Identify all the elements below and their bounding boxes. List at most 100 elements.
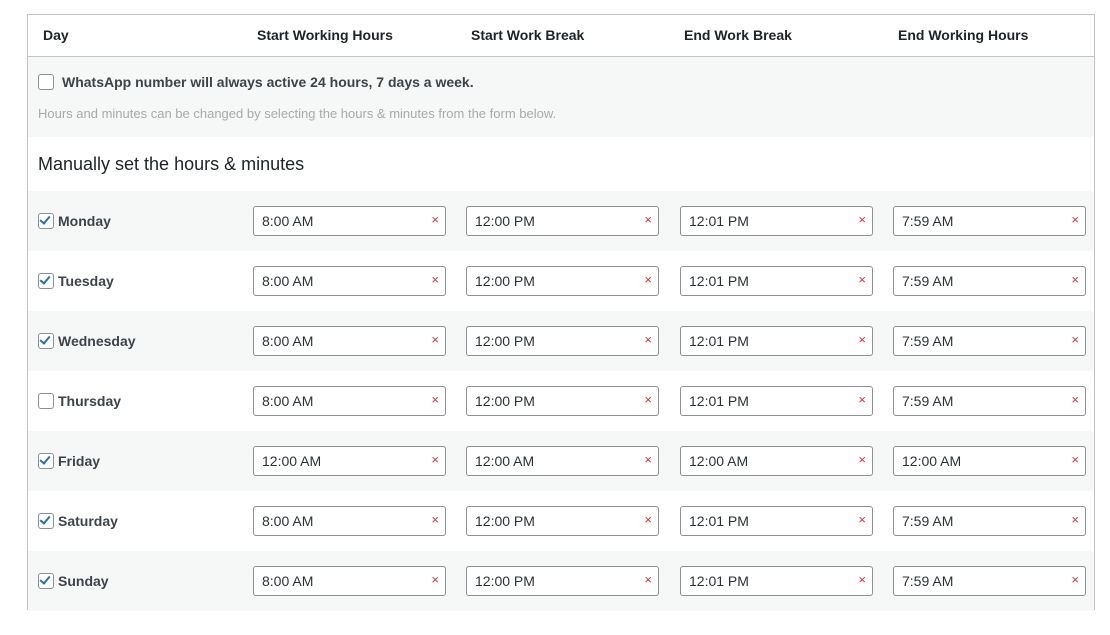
clear-icon[interactable]: × <box>1071 212 1079 228</box>
clear-icon[interactable]: × <box>431 332 439 348</box>
clear-icon[interactable]: × <box>431 572 439 588</box>
start-working-hours-value[interactable]: 12:00 AM <box>262 453 321 469</box>
end-work-break-field[interactable]: 12:01 PM × <box>680 326 873 356</box>
day-option[interactable]: Thursday <box>38 393 121 409</box>
clear-icon[interactable]: × <box>644 512 652 528</box>
end-working-hours-field[interactable]: 7:59 AM × <box>893 266 1086 296</box>
start-working-hours-value[interactable]: 8:00 AM <box>262 333 313 349</box>
day-option[interactable]: Wednesday <box>38 333 136 349</box>
day-name[interactable]: Wednesday <box>58 333 136 349</box>
end-work-break-value[interactable]: 12:01 PM <box>689 333 749 349</box>
start-working-hours-field[interactable]: 8:00 AM × <box>253 206 446 236</box>
clear-icon[interactable]: × <box>858 272 866 288</box>
always-active-checkbox[interactable] <box>38 74 54 90</box>
end-working-hours-value[interactable]: 7:59 AM <box>902 513 953 529</box>
end-work-break-value[interactable]: 12:01 PM <box>689 213 749 229</box>
start-working-hours-field[interactable]: 8:00 AM × <box>253 326 446 356</box>
start-working-hours-field[interactable]: 8:00 AM × <box>253 506 446 536</box>
end-working-hours-value[interactable]: 7:59 AM <box>902 333 953 349</box>
clear-icon[interactable]: × <box>644 272 652 288</box>
start-work-break-value[interactable]: 12:00 PM <box>475 513 535 529</box>
clear-icon[interactable]: × <box>431 512 439 528</box>
end-work-break-value[interactable]: 12:01 PM <box>689 393 749 409</box>
end-work-break-field[interactable]: 12:01 PM × <box>680 206 873 236</box>
day-option[interactable]: Monday <box>38 213 111 229</box>
end-working-hours-value[interactable]: 7:59 AM <box>902 573 953 589</box>
always-active-label[interactable]: WhatsApp number will always active 24 ho… <box>62 74 474 90</box>
start-working-hours-field[interactable]: 8:00 AM × <box>253 566 446 596</box>
day-option[interactable]: Sunday <box>38 573 109 589</box>
clear-icon[interactable]: × <box>644 332 652 348</box>
end-work-break-field[interactable]: 12:01 PM × <box>680 566 873 596</box>
day-checkbox-sunday[interactable] <box>38 573 54 589</box>
day-name[interactable]: Thursday <box>58 393 121 409</box>
day-option[interactable]: Saturday <box>38 513 118 529</box>
start-work-break-value[interactable]: 12:00 AM <box>475 453 534 469</box>
day-name[interactable]: Tuesday <box>58 273 114 289</box>
start-working-hours-value[interactable]: 8:00 AM <box>262 573 313 589</box>
end-working-hours-value[interactable]: 7:59 AM <box>902 213 953 229</box>
end-working-hours-field[interactable]: 7:59 AM × <box>893 386 1086 416</box>
end-work-break-value[interactable]: 12:01 PM <box>689 573 749 589</box>
day-name[interactable]: Friday <box>58 453 100 469</box>
day-name[interactable]: Sunday <box>58 573 109 589</box>
start-work-break-value[interactable]: 12:00 PM <box>475 273 535 289</box>
end-working-hours-field[interactable]: 7:59 AM × <box>893 206 1086 236</box>
day-checkbox-friday[interactable] <box>38 453 54 469</box>
day-checkbox-tuesday[interactable] <box>38 273 54 289</box>
end-work-break-field[interactable]: 12:01 PM × <box>680 506 873 536</box>
start-work-break-field[interactable]: 12:00 PM × <box>466 326 659 356</box>
clear-icon[interactable]: × <box>431 452 439 468</box>
start-working-hours-value[interactable]: 8:00 AM <box>262 393 313 409</box>
clear-icon[interactable]: × <box>858 392 866 408</box>
day-checkbox-thursday[interactable] <box>38 393 54 409</box>
start-work-break-value[interactable]: 12:00 PM <box>475 573 535 589</box>
start-working-hours-field[interactable]: 8:00 AM × <box>253 386 446 416</box>
start-work-break-field[interactable]: 12:00 AM × <box>466 446 659 476</box>
clear-icon[interactable]: × <box>1071 332 1079 348</box>
clear-icon[interactable]: × <box>858 212 866 228</box>
clear-icon[interactable]: × <box>431 272 439 288</box>
start-work-break-field[interactable]: 12:00 PM × <box>466 386 659 416</box>
clear-icon[interactable]: × <box>1071 452 1079 468</box>
clear-icon[interactable]: × <box>644 452 652 468</box>
day-name[interactable]: Saturday <box>58 513 118 529</box>
start-work-break-field[interactable]: 12:00 PM × <box>466 566 659 596</box>
end-work-break-field[interactable]: 12:01 PM × <box>680 386 873 416</box>
clear-icon[interactable]: × <box>858 512 866 528</box>
start-work-break-value[interactable]: 12:00 PM <box>475 213 535 229</box>
clear-icon[interactable]: × <box>431 392 439 408</box>
end-working-hours-value[interactable]: 12:00 AM <box>902 453 961 469</box>
clear-icon[interactable]: × <box>858 332 866 348</box>
end-working-hours-field[interactable]: 7:59 AM × <box>893 506 1086 536</box>
end-work-break-value[interactable]: 12:00 AM <box>689 453 748 469</box>
end-working-hours-field[interactable]: 12:00 AM × <box>893 446 1086 476</box>
end-working-hours-value[interactable]: 7:59 AM <box>902 393 953 409</box>
end-working-hours-field[interactable]: 7:59 AM × <box>893 326 1086 356</box>
start-working-hours-field[interactable]: 8:00 AM × <box>253 266 446 296</box>
end-work-break-value[interactable]: 12:01 PM <box>689 273 749 289</box>
clear-icon[interactable]: × <box>1071 512 1079 528</box>
start-working-hours-value[interactable]: 8:00 AM <box>262 213 313 229</box>
clear-icon[interactable]: × <box>858 452 866 468</box>
start-work-break-field[interactable]: 12:00 PM × <box>466 506 659 536</box>
end-work-break-field[interactable]: 12:01 PM × <box>680 266 873 296</box>
always-active-option[interactable]: WhatsApp number will always active 24 ho… <box>38 74 474 90</box>
day-checkbox-saturday[interactable] <box>38 513 54 529</box>
end-working-hours-value[interactable]: 7:59 AM <box>902 273 953 289</box>
start-working-hours-value[interactable]: 8:00 AM <box>262 273 313 289</box>
clear-icon[interactable]: × <box>644 392 652 408</box>
day-checkbox-monday[interactable] <box>38 213 54 229</box>
day-name[interactable]: Monday <box>58 213 111 229</box>
start-work-break-field[interactable]: 12:00 PM × <box>466 206 659 236</box>
end-working-hours-field[interactable]: 7:59 AM × <box>893 566 1086 596</box>
day-option[interactable]: Friday <box>38 453 100 469</box>
start-work-break-value[interactable]: 12:00 PM <box>475 393 535 409</box>
end-work-break-field[interactable]: 12:00 AM × <box>680 446 873 476</box>
clear-icon[interactable]: × <box>431 212 439 228</box>
clear-icon[interactable]: × <box>644 572 652 588</box>
day-option[interactable]: Tuesday <box>38 273 114 289</box>
clear-icon[interactable]: × <box>1071 572 1079 588</box>
end-work-break-value[interactable]: 12:01 PM <box>689 513 749 529</box>
clear-icon[interactable]: × <box>1071 392 1079 408</box>
